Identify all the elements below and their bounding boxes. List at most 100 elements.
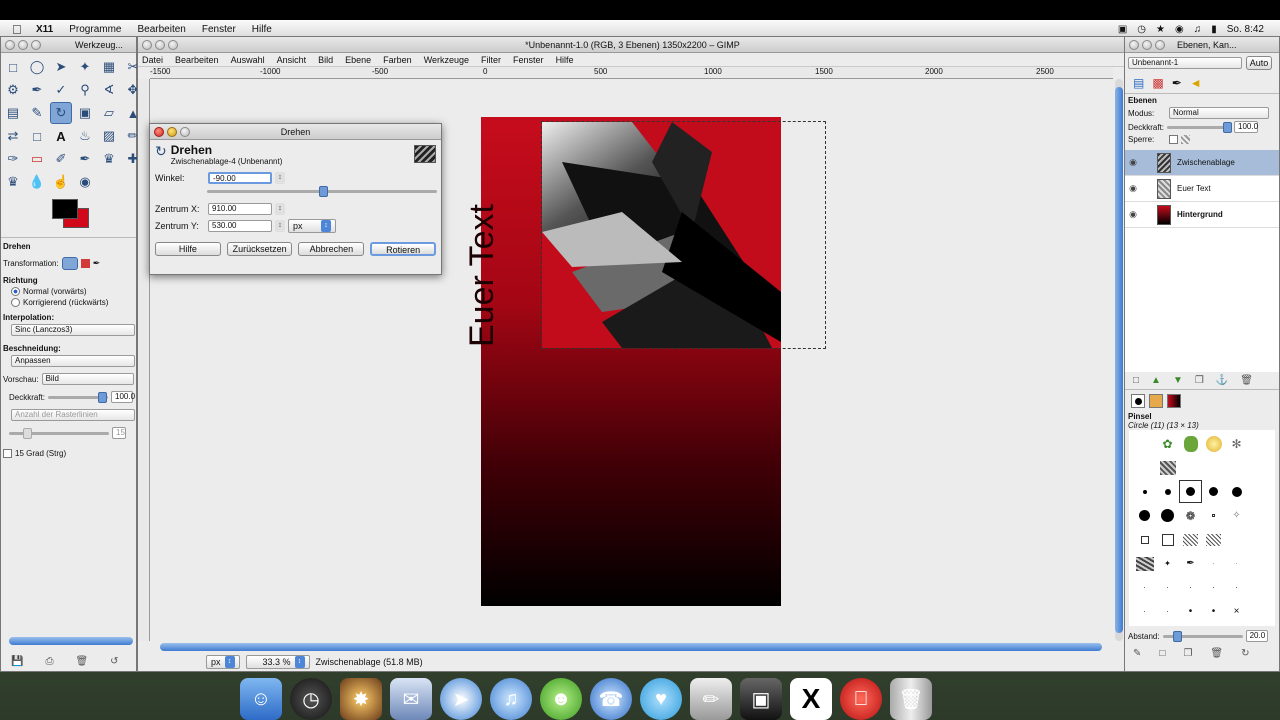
brush-item[interactable]: · (1133, 576, 1156, 599)
trash-icon[interactable]: 🗑 (890, 678, 932, 720)
angle-spinner-icon[interactable]: ↕ (275, 172, 285, 184)
menu-fenster-img[interactable]: Fenster (513, 55, 544, 65)
brush-item[interactable]: · (1156, 600, 1179, 623)
x11-icon[interactable]: X (790, 678, 832, 720)
layer-opacity-knob[interactable] (1223, 121, 1233, 133)
reset-options-icon[interactable]: ↺ (110, 656, 118, 667)
itunes-icon[interactable]: ♫ (490, 678, 532, 720)
brush-item[interactable] (1225, 528, 1248, 551)
direction-normal-radio[interactable] (11, 287, 20, 296)
cage-icon[interactable]: □ (26, 125, 48, 147)
toolbox-scrollbar[interactable] (9, 637, 133, 645)
brush-item[interactable] (1202, 456, 1225, 479)
brush-item[interactable] (1156, 528, 1179, 551)
image-close-icon[interactable] (142, 39, 152, 50)
layer-opacity-field[interactable]: 100.0 (1234, 121, 1258, 133)
pencils-icon[interactable]: ✏ (690, 678, 732, 720)
close-icon[interactable] (5, 39, 15, 50)
layers-dock-titlebar[interactable]: Ebenen, Kan... (1125, 37, 1279, 53)
angle-slider[interactable] (207, 186, 437, 197)
visibility-eye-icon[interactable]: ◉ (1125, 183, 1141, 194)
lasso-icon[interactable]: ➤ (50, 56, 72, 78)
brush-item[interactable]: • (1179, 600, 1202, 623)
dock-close-icon[interactable] (1129, 39, 1139, 50)
menu-ansicht[interactable]: Ansicht (277, 55, 307, 65)
transform-layer-icon[interactable] (61, 257, 78, 270)
rect-select-icon[interactable]: □ (2, 56, 24, 78)
raise-layer-icon[interactable]: ▲ (1151, 375, 1161, 386)
visibility-eye-icon[interactable]: ◉ (1125, 157, 1141, 168)
brush-item[interactable] (1179, 528, 1202, 551)
scale-icon[interactable]: ▣ (74, 102, 96, 124)
brush-item[interactable] (1133, 552, 1156, 575)
brush-item[interactable] (1179, 432, 1202, 455)
center-x-input[interactable]: 910.00 (208, 203, 272, 215)
anchor-layer-icon[interactable]: ⚓ (1216, 375, 1228, 386)
vertical-scrollbar-thumb[interactable] (1115, 87, 1123, 633)
menu-bearbeiten[interactable]: Bearbeiten (138, 24, 186, 35)
brush-item[interactable] (1202, 504, 1225, 527)
brush-item[interactable]: ✿ (1156, 432, 1179, 455)
safari-icon[interactable]: ➤ (440, 678, 482, 720)
blend-icon[interactable]: ▨ (98, 125, 120, 147)
camera-icon[interactable]: ▣ (740, 678, 782, 720)
layer-row[interactable]: ◉ Zwischenablage (1125, 150, 1279, 176)
lower-layer-icon[interactable]: ▼ (1173, 375, 1183, 386)
clock[interactable]: So. 8:42 (1227, 24, 1264, 35)
apple-icon[interactable]:  (12, 22, 26, 37)
undo-tab-icon[interactable]: ◄ (1190, 76, 1202, 90)
phone-icon[interactable]: ☎ (590, 678, 632, 720)
paintbrush-icon[interactable]: ✑ (2, 148, 24, 170)
image-minimize-icon[interactable] (155, 39, 165, 50)
brush-item[interactable]: × (1225, 600, 1248, 623)
timemachine-icon[interactable]: ◷ (1137, 24, 1146, 35)
color-picker-icon[interactable]: ✓ (50, 79, 72, 101)
eraser-icon[interactable]: ▭ (26, 148, 48, 170)
angle-slider-knob[interactable] (319, 186, 328, 197)
menu-hilfe-img[interactable]: Hilfe (556, 55, 574, 65)
layers-tab-icon[interactable]: ▤ (1133, 76, 1144, 90)
layer-row[interactable]: ◉ Hintergrund (1125, 202, 1279, 228)
brush-item[interactable]: ❁ (1179, 504, 1202, 527)
foreground-select-icon[interactable]: ⚙ (2, 79, 24, 101)
brush-item[interactable]: · (1202, 552, 1225, 575)
transform-selection-icon[interactable] (80, 259, 90, 268)
auto-button[interactable]: Auto (1246, 56, 1272, 70)
horizontal-ruler[interactable]: -1500 -1000 -500 0 500 1000 1500 2000 25… (150, 67, 1113, 79)
angle-input[interactable]: -90.00 (208, 172, 272, 184)
new-layer-icon[interactable]: □ (1133, 375, 1139, 386)
align-icon[interactable]: ▤ (2, 102, 24, 124)
minimize-icon[interactable] (18, 39, 28, 50)
dock-zoom-icon[interactable] (1155, 39, 1165, 50)
brush-item[interactable]: ✻ (1225, 432, 1248, 455)
brushes-tab-icon[interactable] (1131, 394, 1145, 408)
menu-auswahl[interactable]: Auswahl (231, 55, 265, 65)
spacing-slider-knob[interactable] (1172, 630, 1182, 642)
menu-bild[interactable]: Bild (318, 55, 333, 65)
brush-item[interactable]: · (1156, 576, 1179, 599)
image-titlebar[interactable]: *Unbenannt-1.0 (RGB, 3 Ebenen) 1350x2200… (138, 37, 1127, 53)
bluetooth-icon[interactable]: ★ (1156, 24, 1165, 35)
brush-item[interactable] (1133, 528, 1156, 551)
center-x-spinner-icon[interactable]: ↕ (275, 203, 285, 215)
lock-alpha-icon[interactable] (1181, 135, 1190, 144)
brush-item[interactable]: · (1225, 552, 1248, 575)
brush-item[interactable]: · (1133, 600, 1156, 623)
ink-icon[interactable]: ✒ (74, 148, 96, 170)
brush-item[interactable]: · (1202, 576, 1225, 599)
menu-filter[interactable]: Filter (481, 55, 501, 65)
menu-bearbeiten-img[interactable]: Bearbeiten (175, 55, 219, 65)
brush-item[interactable]: · (1225, 576, 1248, 599)
menu-ebene[interactable]: Ebene (345, 55, 371, 65)
brush-item[interactable] (1156, 504, 1179, 527)
gradients-tab-icon[interactable] (1167, 394, 1181, 408)
grid-slider[interactable] (9, 427, 109, 439)
brush-item[interactable] (1179, 480, 1202, 503)
zoom-spinner-icon[interactable]: ↕ (294, 656, 305, 668)
transform-path-icon[interactable]: ✒ (93, 258, 101, 269)
menu-programme[interactable]: Programme (69, 24, 121, 35)
preview-select[interactable]: Bild (41, 373, 134, 385)
measure-icon[interactable]: ∢ (98, 79, 120, 101)
menu-app-name[interactable]: X11 (36, 24, 53, 35)
wifi-icon[interactable]: ◉ (1175, 24, 1184, 35)
